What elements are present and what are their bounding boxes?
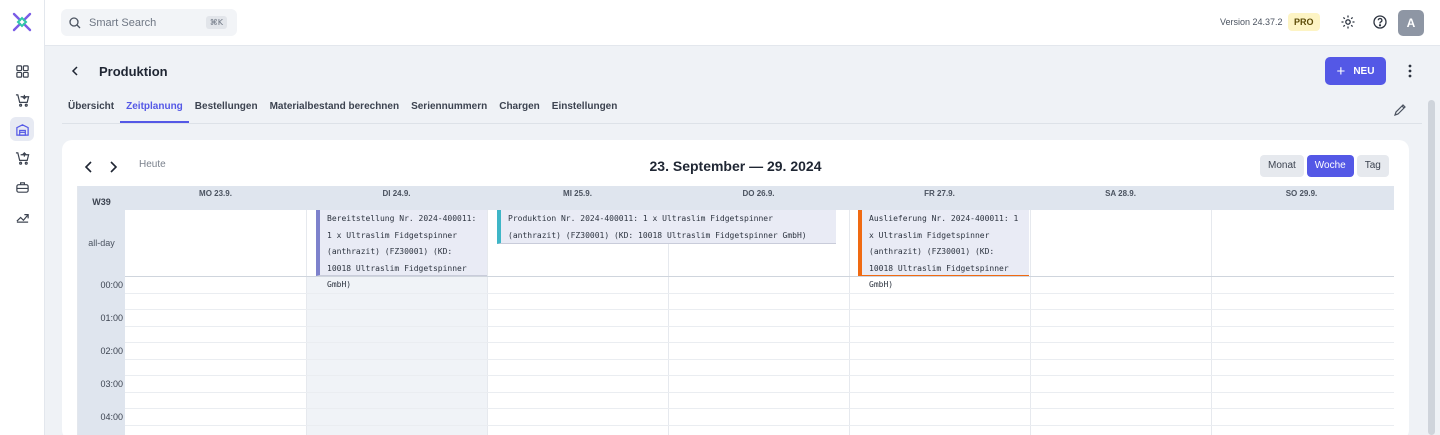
new-button[interactable]: + NEU: [1325, 57, 1386, 85]
calendar-grid: MO 23.9. DI 24.9. MI 25.9. DO 26.9. FR 2…: [77, 186, 1394, 435]
dashboard-icon[interactable]: [10, 59, 34, 83]
view-switcher: Monat Woche Tag: [1260, 155, 1389, 177]
view-day-button[interactable]: Tag: [1356, 155, 1389, 177]
avatar[interactable]: A: [1398, 10, 1424, 36]
day-header: FR 27.9.: [924, 189, 955, 198]
sales-cart-icon[interactable]: [10, 146, 34, 170]
help-icon[interactable]: [1372, 14, 1388, 30]
tab-uebersicht[interactable]: Übersicht: [62, 92, 120, 123]
search-icon: [69, 16, 81, 28]
hour-line: [125, 342, 1394, 343]
new-button-label: NEU: [1353, 65, 1375, 77]
day-header: DO 26.9.: [742, 189, 775, 198]
half-hour-line: [125, 425, 1394, 426]
time-label: 03:00: [100, 379, 123, 389]
hour-line: [125, 309, 1394, 310]
all-day-label: all-day: [88, 238, 115, 248]
purchase-cart-icon[interactable]: [10, 88, 34, 112]
time-gutter: [78, 186, 125, 435]
all-day-divider: [125, 276, 1394, 277]
day-divider: [1211, 210, 1212, 435]
time-label: 01:00: [100, 313, 123, 323]
time-label: 04:00: [100, 412, 123, 422]
search-input[interactable]: Smart Search ⌘K: [61, 9, 237, 36]
half-hour-line: [125, 293, 1394, 294]
event-auslieferung[interactable]: Auslieferung Nr. 2024-400011: 1 x Ultras…: [858, 210, 1029, 289]
day-header: MI 25.9.: [563, 189, 592, 198]
view-month-button[interactable]: Monat: [1260, 155, 1304, 177]
search-placeholder: Smart Search: [89, 16, 157, 29]
day-header: DI 24.9.: [382, 189, 411, 198]
day-divider: [1030, 210, 1031, 435]
analytics-icon[interactable]: [10, 204, 34, 228]
scrollbar[interactable]: [1428, 100, 1435, 435]
view-week-button[interactable]: Woche: [1306, 155, 1354, 177]
hour-line: [125, 375, 1394, 376]
production-icon[interactable]: [10, 175, 34, 199]
edit-icon[interactable]: [1393, 103, 1407, 117]
day-header: SA 28.9.: [1105, 189, 1136, 198]
version-label: Version 24.37.2: [1220, 17, 1283, 27]
event-bereitstellung[interactable]: Bereitstellung Nr. 2024-400011: 1 x Ultr…: [316, 210, 487, 289]
more-options-icon[interactable]: [1403, 63, 1417, 79]
day-header: SO 29.9.: [1285, 189, 1318, 198]
settings-icon[interactable]: [1340, 14, 1356, 30]
half-hour-line: [125, 392, 1394, 393]
tab-bestellungen[interactable]: Bestellungen: [189, 92, 264, 123]
day-divider: [487, 210, 488, 435]
tabs-divider: [62, 123, 1422, 124]
page-title: Produktion: [99, 64, 168, 79]
top-bar: Smart Search ⌘K Version 24.37.2 PRO A: [45, 0, 1440, 46]
day-header-row: MO 23.9. DI 24.9. MI 25.9. DO 26.9. FR 2…: [125, 186, 1394, 210]
back-icon[interactable]: [67, 63, 83, 79]
tab-bar: Übersicht Zeitplanung Bestellungen Mater…: [62, 92, 623, 123]
time-label: 00:00: [100, 280, 123, 290]
half-hour-line: [125, 359, 1394, 360]
time-label: 02:00: [100, 346, 123, 356]
plus-icon: +: [1336, 62, 1346, 80]
day-divider: [306, 210, 307, 435]
tab-materialbestand[interactable]: Materialbestand berechnen: [264, 92, 405, 123]
day-divider: [849, 210, 850, 435]
sidebar: [0, 0, 45, 435]
today-column: [306, 276, 487, 435]
search-shortcut: ⌘K: [205, 16, 227, 29]
tab-chargen[interactable]: Chargen: [493, 92, 546, 123]
tab-seriennummern[interactable]: Seriennummern: [405, 92, 493, 123]
day-header: MO 23.9.: [199, 189, 232, 198]
week-number: W39: [92, 197, 111, 207]
tab-einstellungen[interactable]: Einstellungen: [546, 92, 624, 123]
tab-zeitplanung[interactable]: Zeitplanung: [120, 92, 189, 123]
calendar-title: 23. September — 29. 2024: [649, 158, 822, 174]
warehouse-icon[interactable]: [10, 117, 34, 141]
app-logo[interactable]: [11, 11, 33, 33]
pro-badge: PRO: [1288, 13, 1320, 31]
half-hour-line: [125, 326, 1394, 327]
event-produktion[interactable]: Produktion Nr. 2024-400011: 1 x Ultrasli…: [497, 210, 836, 244]
hour-line: [125, 408, 1394, 409]
calendar-card: Heute 23. September — 29. 2024 Monat Woc…: [62, 140, 1409, 435]
